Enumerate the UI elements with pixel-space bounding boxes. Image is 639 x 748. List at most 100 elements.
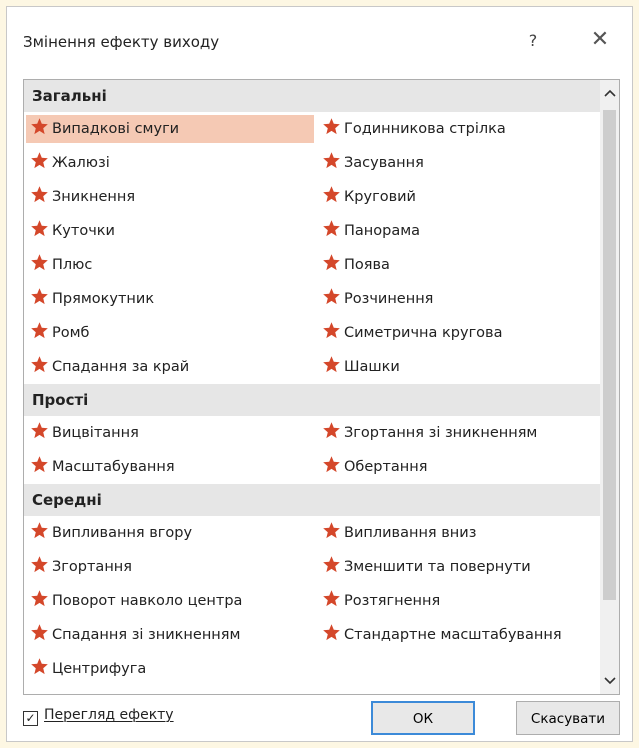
effect-item[interactable]: Розтягнення	[318, 587, 601, 615]
red-star-icon	[322, 589, 341, 608]
effect-row: Згортання Зменшити та повернути	[24, 550, 601, 584]
effect-row: Спадання зі зникненням Стандартне масштаб…	[24, 618, 601, 652]
red-star-icon	[30, 521, 49, 540]
effect-item[interactable]: Симетрична кругова	[318, 319, 601, 347]
effect-label: Розчинення	[344, 291, 434, 307]
red-star-icon	[30, 421, 49, 440]
red-star-icon	[322, 321, 341, 340]
effect-item[interactable]: Прямокутник	[26, 285, 314, 313]
preview-effect-checkbox[interactable]: ✓ Перегляд ефекту	[23, 705, 174, 727]
effect-row: Зникнення Круговий	[24, 180, 601, 214]
vertical-scrollbar[interactable]	[600, 80, 619, 694]
effect-row: Жалюзі Засування	[24, 146, 601, 180]
effect-label: Плюс	[52, 257, 93, 273]
effect-item[interactable]: Випливання вгору	[26, 519, 314, 547]
effect-row: Спадання за край Шашки	[24, 350, 601, 384]
effect-row: Прямокутник Розчинення	[24, 282, 601, 316]
effect-item[interactable]: Згортання	[26, 553, 314, 581]
red-star-icon	[30, 219, 49, 238]
effect-item[interactable]: Розчинення	[318, 285, 601, 313]
group-header: Загальні	[24, 80, 601, 112]
red-star-icon	[322, 421, 341, 440]
effect-item[interactable]: Стандартне масштабування	[318, 621, 601, 649]
checkbox-box[interactable]: ✓	[23, 711, 38, 726]
red-star-icon	[30, 253, 49, 272]
effect-item[interactable]: Згортання зі зникненням	[318, 419, 601, 447]
effect-item[interactable]: Засування	[318, 149, 601, 177]
effect-item[interactable]: Центрифуга	[26, 655, 314, 683]
effect-item[interactable]: Годинникова стрілка	[318, 115, 601, 143]
effect-row: Вицвітання Згортання зі зникненням	[24, 416, 601, 450]
red-star-icon	[30, 321, 49, 340]
group-header: Середні	[24, 484, 601, 516]
effect-item[interactable]: Плюс	[26, 251, 314, 279]
red-star-icon	[322, 521, 341, 540]
effect-label: Вицвітання	[52, 425, 139, 441]
effect-label: Круговий	[344, 189, 416, 205]
scroll-up-arrow-icon[interactable]	[600, 80, 619, 106]
effect-item[interactable]: Жалюзі	[26, 149, 314, 177]
effect-label: Прямокутник	[52, 291, 155, 307]
red-star-icon	[322, 253, 341, 272]
effect-item[interactable]: Зменшити та повернути	[318, 553, 601, 581]
close-button[interactable]: ✕	[587, 29, 613, 53]
scroll-down-arrow-icon[interactable]	[600, 668, 619, 694]
red-star-icon	[30, 151, 49, 170]
effect-label: Панорама	[344, 223, 421, 239]
effect-label: Жалюзі	[52, 155, 110, 171]
effect-item[interactable]: Спадання за край	[26, 353, 314, 381]
effect-label: Засування	[344, 155, 424, 171]
cancel-button[interactable]: Скасувати	[516, 701, 620, 735]
effect-row: Випливання вгору Випливання вниз	[24, 516, 601, 550]
red-star-icon	[322, 355, 341, 374]
effect-label: Випадкові смуги	[52, 121, 180, 137]
effect-label: Куточки	[52, 223, 115, 239]
effect-item[interactable]: Шашки	[318, 353, 601, 381]
help-button[interactable]: ?	[521, 29, 545, 53]
effect-item[interactable]: Випадкові смуги	[26, 115, 314, 143]
effect-label: Стандартне масштабування	[344, 627, 562, 643]
effect-label: Зменшити та повернути	[344, 559, 531, 575]
effect-item[interactable]: Поворот навколо центра	[26, 587, 314, 615]
red-star-icon	[30, 589, 49, 608]
effect-label: Шашки	[344, 359, 400, 375]
effect-item[interactable]: Масштабування	[26, 453, 314, 481]
effect-item[interactable]: Вицвітання	[26, 419, 314, 447]
red-star-icon	[322, 287, 341, 306]
dialog-title: Змінення ефекту виходу	[23, 33, 220, 51]
effect-item[interactable]: Ромб	[26, 319, 314, 347]
effect-row: Поворот навколо центра Розтягнення	[24, 584, 601, 618]
effect-item[interactable]: Куточки	[26, 217, 314, 245]
effect-label: Спадання за край	[52, 359, 190, 375]
red-star-icon	[30, 287, 49, 306]
check-mark-icon: ✓	[25, 711, 36, 725]
effect-row: Плюс Поява	[24, 248, 601, 282]
effect-label: Годинникова стрілка	[344, 121, 506, 137]
scroll-thumb[interactable]	[603, 110, 616, 600]
group-header: Прості	[24, 384, 601, 416]
effect-item[interactable]: Зникнення	[26, 183, 314, 211]
red-star-icon	[30, 555, 49, 574]
effect-label: Розтягнення	[344, 593, 441, 609]
title-bar: Змінення ефекту виходу ? ✕	[7, 7, 632, 69]
effect-label: Поява	[344, 257, 390, 273]
red-star-icon	[322, 117, 341, 136]
effect-item[interactable]: Обертання	[318, 453, 601, 481]
effect-item[interactable]: Поява	[318, 251, 601, 279]
red-star-icon	[30, 657, 49, 676]
red-star-icon	[322, 623, 341, 642]
ok-button[interactable]: ОК	[371, 701, 475, 735]
effect-label: Ромб	[52, 325, 90, 341]
effect-item[interactable]: Круговий	[318, 183, 601, 211]
effect-label: Спадання зі зникненням	[52, 627, 241, 643]
effect-item[interactable]: Випливання вниз	[318, 519, 601, 547]
effect-label: Центрифуга	[52, 661, 147, 677]
red-star-icon	[322, 219, 341, 238]
effect-item[interactable]: Панорама	[318, 217, 601, 245]
effect-label: Згортання	[52, 559, 133, 575]
effect-label: Симетрична кругова	[344, 325, 503, 341]
effect-item[interactable]: Спадання зі зникненням	[26, 621, 314, 649]
effect-label: Масштабування	[52, 459, 175, 475]
red-star-icon	[30, 455, 49, 474]
effects-list[interactable]: Загальні Випадкові смуги Годинникова стріл…	[23, 79, 620, 695]
